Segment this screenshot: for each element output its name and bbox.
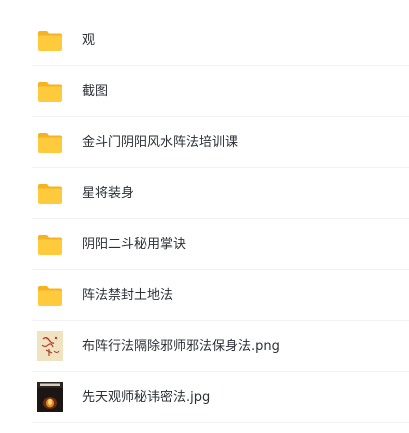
file-name: 金斗门阴阳风水阵法培训课 — [82, 135, 239, 150]
list-item[interactable]: 阵法禁封土地法 — [0, 270, 409, 321]
image-thumbnail — [37, 331, 63, 361]
folder-icon — [37, 282, 63, 308]
image-thumbnail — [37, 382, 63, 412]
file-name: 观 — [82, 33, 96, 48]
list-item[interactable]: 截图 — [0, 66, 409, 117]
folder-icon — [37, 180, 63, 206]
file-name: 布阵行法隔除邪师邪法保身法.png — [82, 339, 280, 354]
list-item[interactable]: 星将装身 — [0, 168, 409, 219]
file-name: 阴阳二斗秘用掌诀 — [82, 237, 187, 252]
folder-icon — [37, 231, 63, 257]
list-item[interactable]: 金斗门阴阳风水阵法培训课 — [0, 117, 409, 168]
file-name: 阵法禁封土地法 — [82, 288, 174, 303]
folder-icon — [37, 78, 63, 104]
list-item[interactable]: 布阵行法隔除邪师邪法保身法.png — [0, 321, 409, 372]
list-item[interactable]: 阴阳二斗秘用掌诀 — [0, 219, 409, 270]
divider — [32, 422, 409, 423]
list-item[interactable]: 先天观师秘讳密法.jpg — [0, 372, 409, 423]
folder-icon — [37, 27, 63, 53]
file-name: 先天观师秘讳密法.jpg — [82, 390, 211, 405]
list-item[interactable]: 观 — [0, 15, 409, 66]
folder-icon — [37, 129, 63, 155]
file-name: 星将装身 — [82, 186, 135, 201]
file-name: 截图 — [82, 84, 109, 99]
file-list: 观 截图 金斗门阴阳风水阵法培训课 星将装身 阴阳二斗秘用掌诀 阵法禁封土地法 … — [0, 0, 409, 433]
